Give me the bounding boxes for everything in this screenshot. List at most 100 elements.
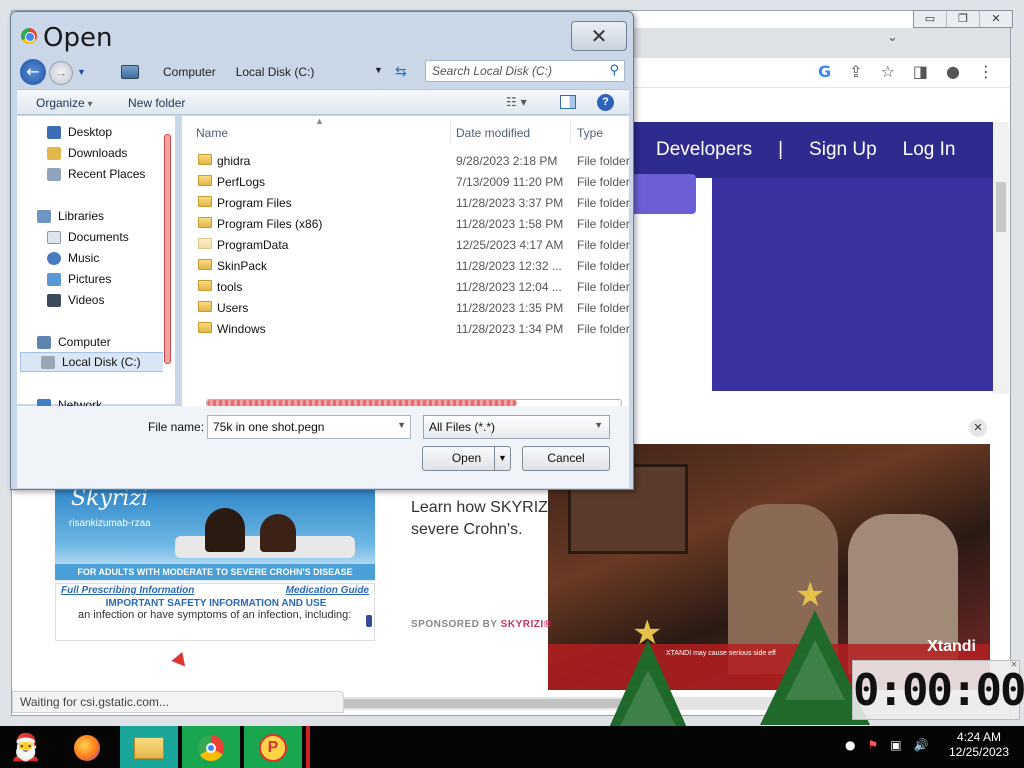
help-icon[interactable]: ? bbox=[597, 94, 614, 111]
file-type: File folder bbox=[577, 259, 630, 273]
xtandi-logo: Xtandi bbox=[927, 638, 976, 655]
file-row[interactable]: Windows 11/28/2023 1:34 PM File folder bbox=[182, 318, 630, 339]
sponsor-brand[interactable]: SKYRIZI® bbox=[501, 619, 552, 630]
file-name-input[interactable]: 75k in one shot.pegn ▼ bbox=[207, 415, 411, 439]
file-explorer-icon[interactable] bbox=[120, 726, 178, 768]
organize-button[interactable]: Organize bbox=[36, 96, 93, 110]
recent-locations-dropdown-icon[interactable]: ▼ bbox=[77, 67, 86, 77]
nav-item-computer[interactable]: Computer bbox=[17, 332, 175, 352]
forward-button[interactable]: → bbox=[49, 61, 73, 85]
file-date: 11/28/2023 1:35 PM bbox=[456, 301, 564, 315]
column-header-type[interactable]: Type bbox=[577, 126, 603, 140]
nav-separator: | bbox=[778, 139, 784, 160]
isi-scrollbar[interactable] bbox=[366, 615, 372, 627]
share-icon[interactable]: ⇪ bbox=[849, 62, 862, 81]
nav-item-videos[interactable]: Videos bbox=[17, 290, 175, 310]
open-button[interactable]: Open ▼ bbox=[422, 446, 511, 471]
close-window-button[interactable]: ✕ bbox=[980, 11, 1012, 27]
page-scrollbar-thumb[interactable] bbox=[996, 182, 1006, 232]
refresh-icon[interactable]: ⇆ bbox=[395, 64, 407, 80]
nav-item-label: Downloads bbox=[68, 146, 128, 160]
nav-developers-link[interactable]: Developers bbox=[656, 139, 752, 161]
firefox-icon[interactable] bbox=[58, 726, 116, 768]
downloads-icon bbox=[47, 146, 61, 160]
file-date: 7/13/2009 11:20 PM bbox=[456, 175, 564, 189]
nav-item-desktop[interactable]: Desktop bbox=[17, 122, 175, 142]
file-date: 11/28/2023 1:58 PM bbox=[456, 217, 564, 231]
page-scrollbar[interactable] bbox=[993, 122, 1009, 394]
ad-headline[interactable]: Learn how SKYRIZI severe Crohn's. bbox=[411, 497, 551, 541]
nav-pane-scrollbar-thumb[interactable] bbox=[164, 134, 171, 364]
file-row[interactable]: Program Files (x86) 11/28/2023 1:58 PM Fil… bbox=[182, 213, 630, 234]
file-row[interactable]: ghidra 9/28/2023 2:18 PM File folder bbox=[182, 150, 630, 171]
ad-close-button[interactable]: ✕ bbox=[969, 419, 987, 437]
site-cta-button[interactable] bbox=[630, 174, 696, 214]
file-list: ▲ Name Date modified Type ghidra 9/28/202… bbox=[182, 116, 630, 407]
nav-item-downloads[interactable]: Downloads bbox=[17, 143, 175, 163]
menu-kebab-icon[interactable]: ⋮ bbox=[978, 62, 994, 81]
nav-login-link[interactable]: Log In bbox=[903, 139, 956, 161]
file-row[interactable]: Users 11/28/2023 1:35 PM File folder bbox=[182, 297, 630, 318]
dialog-close-button[interactable]: ✕ bbox=[571, 21, 627, 51]
file-name: ghidra bbox=[217, 154, 251, 168]
cancel-button[interactable]: Cancel bbox=[522, 446, 610, 471]
breadcrumb[interactable]: Computer Local Disk (C:) ▼ bbox=[115, 60, 395, 84]
nav-item-libraries[interactable]: Libraries bbox=[17, 206, 175, 226]
column-divider[interactable] bbox=[450, 120, 451, 142]
file-type-select[interactable]: All Files (*.*) ▼ bbox=[423, 415, 610, 439]
file-row[interactable]: Program Files 11/28/2023 3:37 PM File fold… bbox=[182, 192, 630, 213]
nav-item-pictures[interactable]: Pictures bbox=[17, 269, 175, 289]
breadcrumb-local-disk[interactable]: Local Disk (C:) bbox=[236, 65, 315, 79]
google-icon[interactable]: G bbox=[818, 62, 831, 81]
file-row[interactable]: PerfLogs 7/13/2009 11:20 PM File folder bbox=[182, 171, 630, 192]
system-clock[interactable]: 4:24 AM 12/25/2023 bbox=[946, 730, 1012, 760]
column-header-name[interactable]: Name bbox=[196, 126, 228, 140]
profile-avatar-icon[interactable]: ● bbox=[946, 62, 960, 81]
nav-item-local-disk[interactable]: Local Disk (C:) bbox=[20, 352, 166, 372]
minimize-button[interactable]: ▭ bbox=[914, 11, 947, 27]
side-panel-icon[interactable]: ◨ bbox=[913, 62, 928, 81]
horizontal-scrollbar-thumb[interactable] bbox=[344, 699, 644, 708]
bookmark-star-icon[interactable]: ☆ bbox=[881, 62, 895, 81]
full-prescribing-info-link[interactable]: Full Prescribing Information bbox=[61, 585, 194, 596]
computer-icon bbox=[121, 65, 139, 79]
search-input[interactable]: Search Local Disk (C:) ⚲ bbox=[425, 60, 625, 82]
tray-dot-icon[interactable]: ● bbox=[845, 738, 855, 752]
breadcrumb-computer[interactable]: Computer bbox=[163, 65, 216, 79]
file-row[interactable]: tools 11/28/2023 12:04 ... File folder bbox=[182, 276, 630, 297]
file-name-label: File name: bbox=[148, 420, 205, 434]
countdown-timer[interactable]: 0:00:00 ✕ bbox=[852, 659, 1024, 720]
nav-item-recent-places[interactable]: Recent Places bbox=[17, 164, 175, 184]
change-view-icon[interactable]: ☷ ▾ bbox=[506, 95, 527, 109]
file-type: File folder bbox=[577, 217, 630, 231]
back-button[interactable]: ← bbox=[20, 59, 46, 85]
chrome-icon[interactable] bbox=[182, 726, 240, 768]
volume-icon[interactable]: 🔊 bbox=[914, 738, 929, 752]
santa-icon[interactable]: 🎅 bbox=[4, 726, 48, 768]
nav-item-label: Recent Places bbox=[68, 167, 146, 181]
file-row[interactable]: ProgramData 12/25/2023 4:17 AM File folder bbox=[182, 234, 630, 255]
file-row[interactable]: SkinPack 11/28/2023 12:32 ... File folder bbox=[182, 255, 630, 276]
network-icon[interactable]: ▣ bbox=[890, 738, 901, 752]
column-header-date[interactable]: Date modified bbox=[456, 126, 530, 140]
nav-item-music[interactable]: Music bbox=[17, 248, 175, 268]
nav-item-documents[interactable]: Documents bbox=[17, 227, 175, 247]
column-divider[interactable] bbox=[570, 120, 571, 142]
breadcrumb-dropdown-icon[interactable]: ▼ bbox=[374, 65, 383, 75]
timer-close-icon[interactable]: ✕ bbox=[1011, 659, 1017, 671]
skyrizi-ad-image[interactable]: Skyrizi risankizumab-rzaa FOR ADULTS WIT… bbox=[55, 486, 375, 582]
chevron-down-icon[interactable]: ▼ bbox=[397, 420, 406, 430]
browser-toolbar-icons: G ⇪ ☆ ◨ ● ⋮ bbox=[818, 62, 994, 81]
nav-signup-link[interactable]: Sign Up bbox=[809, 139, 877, 161]
pictures-icon bbox=[47, 272, 61, 286]
nav-pane-scrollbar[interactable] bbox=[163, 134, 172, 402]
open-options-dropdown-icon[interactable]: ▼ bbox=[494, 447, 510, 470]
search-icon[interactable]: ⚲ bbox=[609, 63, 619, 78]
paint-icon[interactable]: P bbox=[244, 726, 302, 768]
tab-search-chevron-icon[interactable]: ⌄ bbox=[887, 30, 898, 45]
network-flag-icon[interactable]: ⚑ bbox=[867, 738, 878, 752]
maximize-button[interactable]: ❐ bbox=[947, 11, 980, 27]
new-folder-button[interactable]: New folder bbox=[128, 96, 185, 110]
medication-guide-link[interactable]: Medication Guide bbox=[286, 585, 369, 596]
preview-pane-icon[interactable] bbox=[560, 95, 576, 109]
